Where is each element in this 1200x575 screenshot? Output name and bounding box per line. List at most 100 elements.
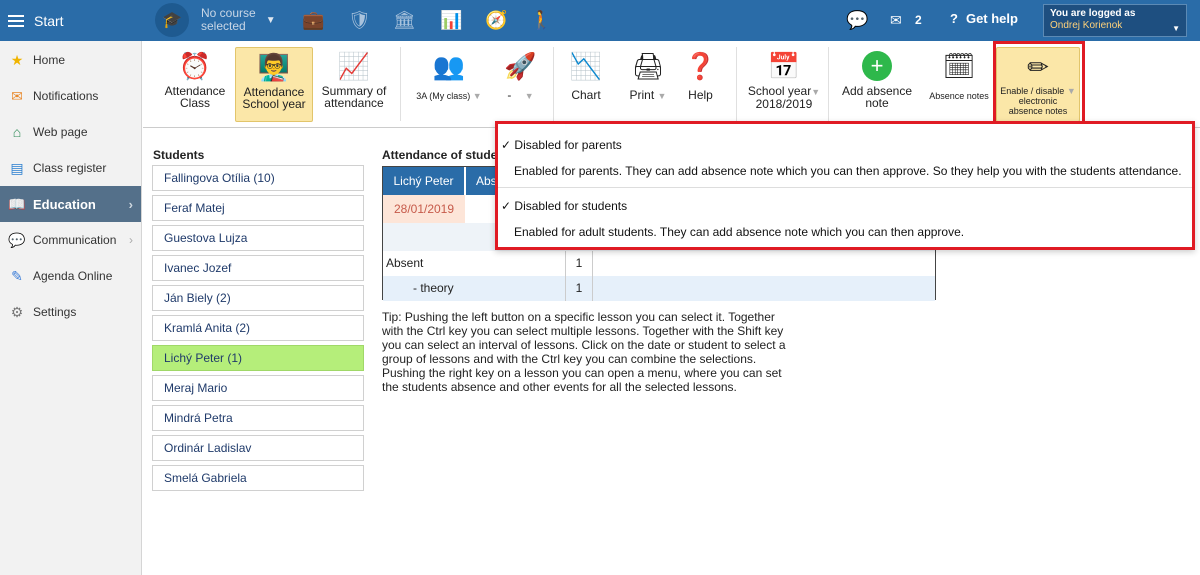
student-item[interactable]: Mindrá Petra [152, 405, 364, 431]
absence-notes-button[interactable]: 🗓 Absence notes [926, 47, 992, 122]
dash-select-value: - [507, 88, 512, 102]
speech-bubbles-icon: 💬 [8, 231, 26, 248]
button-label: 2018/2019 [755, 97, 813, 111]
student-item[interactable]: Feraf Matej [152, 195, 364, 221]
graduation-cap-icon: 🎓 [155, 3, 189, 37]
briefcase-icon[interactable]: 💼 [302, 10, 324, 31]
print-button[interactable]: 🖨 Print ▼ [618, 47, 678, 122]
notepad-icon: 🗓 [942, 51, 976, 81]
student-item[interactable]: Smelá Gabriela [152, 465, 364, 491]
attendance-class-button[interactable]: ⏰ Attendance Class [160, 47, 230, 122]
caret-down-icon: ▼ [472, 91, 482, 101]
student-item[interactable]: Guestova Lujza [152, 225, 364, 251]
attendance-school-year-button[interactable]: 👨‍🏫 Attendance School year [235, 47, 313, 122]
mail-icon[interactable]: ✉ [890, 12, 902, 29]
chart-button[interactable]: 📉 Chart [561, 47, 611, 122]
button-label: note [865, 96, 889, 110]
button-label: Absence notes [929, 91, 989, 101]
sidebar-item-label: Settings [33, 305, 77, 319]
user-name: Ondrej Korienok [1050, 20, 1123, 31]
menu-item-label: Disabled for students [514, 199, 628, 213]
sidebar-item-notifications[interactable]: ✉ Notifications [0, 78, 141, 114]
shield-icon[interactable]: 🛡 [348, 10, 371, 31]
printer-icon: 🖨 [631, 51, 665, 81]
chat-icon[interactable]: 💬 [846, 10, 868, 31]
question-mark-icon: ? [950, 11, 958, 26]
hamburger-icon [8, 12, 24, 30]
button-label: Chart [571, 88, 601, 102]
sidebar-item-communication[interactable]: 💬 Communication › [0, 222, 141, 258]
get-help-button[interactable]: ? Get help [950, 11, 1018, 26]
student-name-header[interactable]: Lichý Peter [383, 167, 465, 195]
class-selector[interactable]: 👥 3A (My class) ▼ [409, 47, 489, 122]
student-item[interactable]: Ordinár Ladislav [152, 435, 364, 461]
menu-item-enabled-students[interactable]: Enabled for adult students. They can add… [514, 225, 964, 239]
sidebar-item-web-page[interactable]: ⌂ Web page [0, 114, 141, 150]
row-label: Absent [386, 256, 424, 270]
start-menu-button[interactable]: Start [0, 0, 142, 41]
sidebar-item-agenda-online[interactable]: ✎ Agenda Online [0, 258, 141, 294]
people-group-icon: 👥 [432, 51, 466, 81]
highlight-box-enable-button [993, 41, 1085, 126]
sidebar-item-settings[interactable]: ⚙ Settings [0, 294, 141, 330]
help-button[interactable]: ❓ Help [678, 47, 723, 122]
school-year-selector[interactable]: 📅 School year▼ 2018/2019 [744, 47, 824, 122]
tip-paragraph: Pushing the right key on a lesson you ca… [382, 366, 782, 394]
summary-attendance-button[interactable]: 📈 Summary of attendance [318, 47, 390, 122]
button-label: School year [747, 84, 812, 98]
top-bar: Start 🎓 No course selected ▼ 💼 🛡 🏛 📊 🧭 🚶… [0, 0, 1200, 41]
alarm-clock-icon: ⏰ [178, 51, 212, 81]
student-item[interactable]: Ján Biely (2) [152, 285, 364, 311]
student-item[interactable]: Kramlá Anita (2) [152, 315, 364, 341]
walking-people-icon[interactable]: 🚶 [530, 10, 552, 31]
open-book-icon: 📖 [8, 195, 26, 212]
attendance-heading: Attendance of stude [382, 148, 498, 162]
sidebar-item-label: Class register [33, 161, 107, 175]
caret-down-icon: ▼ [524, 91, 534, 101]
user-menu[interactable]: You are logged as Ondrej Korienok ▼ [1043, 4, 1187, 37]
student-item[interactable]: Ivanec Jozef [152, 255, 364, 281]
menu-item-enabled-parents[interactable]: Enabled for parents. They can add absenc… [514, 164, 1182, 178]
compass-icon[interactable]: 🧭 [485, 10, 507, 31]
pen-icon: ✎ [11, 267, 23, 284]
caret-down-icon: ▼ [811, 87, 821, 97]
plus-circle-icon: + [836, 47, 918, 85]
envelope-icon: ✉ [11, 87, 23, 104]
sidebar-item-class-register[interactable]: ▤ Class register [0, 150, 141, 186]
row-label: - theory [413, 281, 454, 295]
student-item[interactable]: Meraj Mario [152, 375, 364, 401]
button-label: School year [242, 97, 306, 111]
sidebar-item-home[interactable]: ★ Home [0, 42, 141, 78]
student-item[interactable]: Fallingova Otília (10) [152, 165, 364, 191]
report-chart-icon: 📈 [337, 51, 371, 81]
chevron-right-icon: › [129, 233, 133, 247]
button-label: Help [688, 88, 713, 102]
sidebar-item-education[interactable]: 📖 Education › [0, 186, 141, 222]
menu-item-label: Disabled for parents [514, 138, 622, 152]
teacher-check-icon: 👨‍🏫 [257, 52, 291, 82]
dash-selector[interactable]: 🚀 - ▼ [493, 47, 548, 122]
students-list: Fallingova Otília (10) Feraf Matej Guest… [152, 165, 364, 495]
logged-as-label: You are logged as [1050, 8, 1136, 19]
house-icon: ⌂ [12, 124, 22, 140]
course-selector[interactable]: 🎓 No course selected ▼ [155, 3, 276, 37]
chevron-down-icon: ▼ [265, 14, 276, 26]
question-circle-icon: ❓ [684, 51, 717, 81]
get-help-label: Get help [965, 11, 1018, 26]
bar-chart-icon[interactable]: 📊 [440, 10, 462, 31]
line-chart-icon: 📉 [569, 51, 603, 81]
sidebar-item-label: Home [33, 53, 66, 67]
sidebar-item-label: Communication [33, 233, 117, 247]
institution-icon[interactable]: 🏛 [393, 10, 416, 31]
caret-down-icon: ▼ [657, 91, 667, 101]
table-row: - theory 1 [383, 276, 935, 301]
menu-item-disabled-students[interactable]: ✓ Disabled for students [501, 199, 627, 213]
sidebar: ★ Home ✉ Notifications ⌂ Web page ▤ Clas… [0, 41, 142, 575]
student-item-selected[interactable]: Lichý Peter (1) [152, 345, 364, 371]
star-icon: ★ [10, 51, 24, 68]
date-cell[interactable]: 28/01/2019 [383, 195, 465, 223]
add-absence-note-button[interactable]: + Add absence note [836, 47, 918, 122]
mail-count-badge: 2 [915, 13, 922, 27]
button-label: attendance [324, 96, 384, 110]
menu-item-disabled-parents[interactable]: ✓ Disabled for parents [501, 138, 622, 152]
